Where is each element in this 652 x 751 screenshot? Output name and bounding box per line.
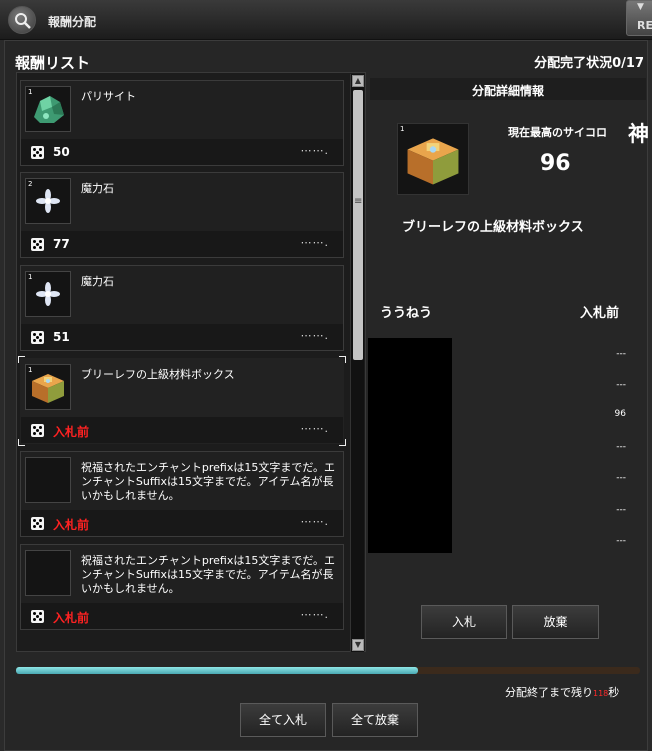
highest-roll-value: 96 bbox=[540, 151, 571, 176]
bid-value: --- bbox=[616, 473, 626, 483]
item-name: ブリーレフの上級材料ボックス bbox=[81, 368, 235, 381]
bid-value: 96 bbox=[614, 409, 626, 419]
pass-all-button[interactable]: 全て放棄 bbox=[332, 703, 418, 737]
scroll-down-button[interactable]: ▼ bbox=[352, 639, 364, 651]
pass-button[interactable]: 放棄 bbox=[512, 605, 599, 639]
more-indicator: ⋯⋯. bbox=[300, 329, 329, 342]
more-indicator: ⋯⋯. bbox=[300, 144, 329, 157]
list-item[interactable]: 祝福されたエンチャントprefixは15文字までだ。エンチャントSuffixは1… bbox=[20, 451, 344, 537]
bid-value: --- bbox=[616, 442, 626, 452]
timer-label: 分配終了まで残り118秒 bbox=[505, 686, 620, 699]
bid-value: --- bbox=[616, 349, 626, 359]
title-bar[interactable]: 報酬分配 ▼ RE bbox=[0, 0, 652, 40]
dice-icon bbox=[31, 146, 44, 159]
list-scrollbar[interactable]: ▲ ≡ ▼ bbox=[350, 74, 364, 652]
bidders-list bbox=[368, 338, 452, 553]
item-name: 祝福されたエンチャントprefixは15文字までだ。エンチャントSuffixは1… bbox=[81, 554, 336, 595]
green-ore-icon: 1 bbox=[25, 86, 71, 132]
timer-seconds: 118 bbox=[593, 689, 609, 698]
timer-progress-bar bbox=[16, 667, 640, 674]
dice-score: 51 bbox=[53, 330, 70, 344]
timer-progress-fill bbox=[16, 667, 419, 674]
detail-header: 分配詳細情報 bbox=[370, 78, 646, 100]
empty-item-slot bbox=[25, 550, 71, 596]
god-glyph: 神 bbox=[628, 122, 649, 146]
item-name: 魔力石 bbox=[81, 275, 114, 288]
dice-icon bbox=[31, 517, 44, 530]
list-title: 報酬リスト bbox=[15, 54, 91, 72]
detail-title: 分配詳細情報 bbox=[471, 84, 544, 98]
dice-icon bbox=[31, 238, 44, 251]
dice-score: 入札前 bbox=[53, 611, 90, 625]
corner-button[interactable]: ▼ RE bbox=[626, 0, 652, 36]
detail-item-name: ブリーレフの上級材料ボックス bbox=[402, 220, 584, 235]
highest-roll-label: 現在最高のサイコロ bbox=[508, 126, 607, 139]
bid-value: --- bbox=[616, 380, 626, 390]
item-name: 祝福されたエンチャントprefixは15文字までだ。エンチャントSuffixは1… bbox=[81, 461, 336, 502]
dice-score: 入札前 bbox=[53, 425, 90, 439]
magnifier-icon bbox=[8, 6, 36, 34]
magic-stone-icon: 1 bbox=[25, 271, 71, 317]
bid-all-button[interactable]: 全て入札 bbox=[240, 703, 326, 737]
bid-value: --- bbox=[616, 505, 626, 515]
list-item[interactable]: 祝福されたエンチャントprefixは15文字までだ。エンチャントSuffixは1… bbox=[20, 544, 344, 630]
chevron-down-icon: ▼ bbox=[637, 2, 644, 12]
list-item[interactable]: 2 魔力石 77 ⋯⋯. bbox=[20, 172, 344, 258]
bid-value: --- bbox=[616, 536, 626, 546]
item-name: 魔力石 bbox=[81, 182, 114, 195]
more-indicator: ⋯⋯. bbox=[300, 608, 329, 621]
list-item[interactable]: 1 魔力石 51 ⋯⋯. bbox=[20, 265, 344, 351]
material-box-icon: 1 bbox=[25, 364, 71, 410]
magic-stone-icon: 2 bbox=[25, 178, 71, 224]
list-item[interactable]: 1 パリサイト 50 ⋯⋯. bbox=[20, 80, 344, 166]
distribution-progress-status: 分配完了状況0/17 bbox=[534, 56, 644, 71]
dice-score: 入札前 bbox=[53, 518, 90, 532]
dice-score: 77 bbox=[53, 237, 70, 251]
bidder-header: ううねう bbox=[380, 306, 433, 321]
dice-icon bbox=[31, 424, 44, 437]
scroll-up-button[interactable]: ▲ bbox=[352, 75, 364, 87]
more-indicator: ⋯⋯. bbox=[300, 515, 329, 528]
grip-icon: ≡ bbox=[354, 196, 363, 207]
dice-icon bbox=[31, 610, 44, 623]
window-title: 報酬分配 bbox=[48, 15, 97, 29]
scroll-thumb[interactable]: ≡ bbox=[353, 90, 363, 360]
more-indicator: ⋯⋯. bbox=[300, 422, 329, 435]
item-name: パリサイト bbox=[81, 90, 136, 103]
empty-item-slot bbox=[25, 457, 71, 503]
dice-score: 50 bbox=[53, 145, 70, 159]
material-box-icon: 1 bbox=[397, 123, 469, 195]
list-item-selected[interactable]: 1 ブリーレフの上級材料ボックス 入札前 ⋯⋯. bbox=[18, 356, 346, 446]
bid-status-header: 入札前 bbox=[580, 306, 620, 321]
dice-icon bbox=[31, 331, 44, 344]
more-indicator: ⋯⋯. bbox=[300, 236, 329, 249]
bid-button[interactable]: 入札 bbox=[421, 605, 507, 639]
